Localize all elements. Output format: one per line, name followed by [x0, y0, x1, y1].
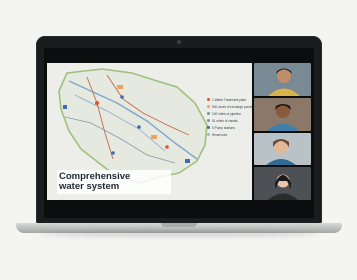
recharge-pond — [117, 85, 123, 89]
participant-video-tile[interactable] — [254, 167, 311, 200]
laptop-screen: 1 Water Treatment plant 600 acres of rec… — [44, 48, 314, 218]
legend-dot-icon — [207, 105, 210, 108]
participant-video-panel — [254, 63, 311, 200]
laptop-hinge-notch — [161, 223, 197, 227]
participant-video-tile[interactable] — [254, 132, 311, 166]
pump-station-marker — [137, 125, 141, 129]
legend-item: 1 Water Treatment plant — [207, 96, 259, 103]
legend-item: 51 miles of canals — [207, 117, 259, 124]
recharge-pond — [151, 135, 157, 139]
legend-dot-icon — [207, 119, 210, 122]
participant-avatar — [268, 174, 298, 200]
slide-title: Comprehensive water system — [57, 170, 171, 194]
map-legend: 1 Water Treatment plant 600 acres of rec… — [207, 96, 259, 138]
legend-dot-icon — [207, 112, 210, 115]
legend-item: Reservoirs — [207, 131, 259, 138]
participant-avatar — [267, 103, 299, 131]
legend-label: 600 acres of recharge ponds — [212, 104, 253, 109]
legend-label: 1 Water Treatment plant — [212, 97, 247, 102]
participant-video-tile[interactable] — [254, 63, 311, 96]
participant-avatar — [265, 138, 297, 166]
legend-label: 51 miles of canals — [212, 118, 238, 123]
facility-marker — [165, 145, 169, 149]
reservoir-marker — [185, 159, 190, 163]
legend-dot-icon — [207, 133, 210, 136]
legend-item: 5 Pump stations — [207, 124, 259, 131]
slide-title-line: water system — [59, 181, 120, 192]
reservoir-marker — [63, 105, 67, 109]
legend-item: 100 miles of pipeline — [207, 110, 259, 117]
laptop-lid: 1 Water Treatment plant 600 acres of rec… — [36, 36, 322, 224]
legend-dot-icon — [207, 98, 210, 101]
legend-item: 600 acres of recharge ponds — [207, 103, 259, 110]
laptop-shadow — [40, 231, 318, 237]
treatment-plant-marker — [95, 101, 99, 105]
legend-dot-icon — [207, 126, 210, 129]
presentation-slide: 1 Water Treatment plant 600 acres of rec… — [47, 63, 253, 200]
legend-label: Reservoirs — [212, 132, 228, 137]
pump-station-marker — [120, 95, 124, 99]
legend-label: 100 miles of pipeline — [212, 111, 242, 116]
pump-station-marker — [111, 151, 115, 155]
participant-video-tile[interactable] — [254, 97, 311, 131]
webcam-icon — [177, 40, 181, 44]
participant-avatar — [268, 68, 300, 96]
legend-label: 5 Pump stations — [212, 125, 235, 130]
